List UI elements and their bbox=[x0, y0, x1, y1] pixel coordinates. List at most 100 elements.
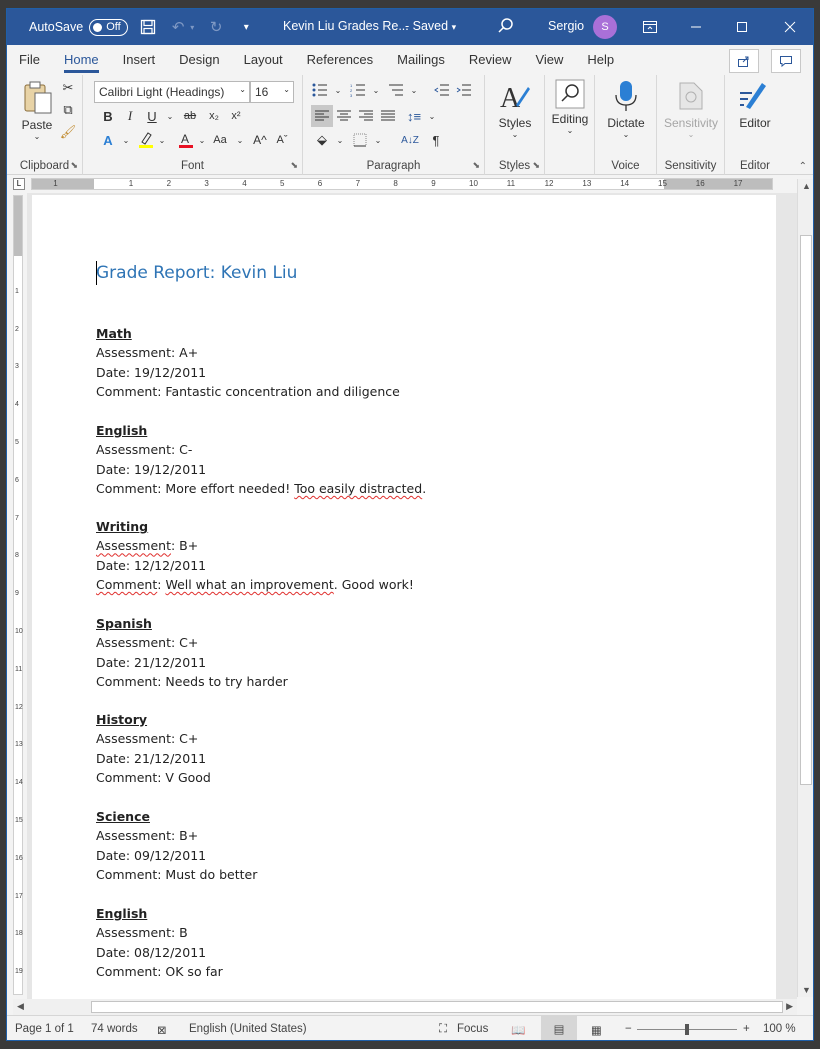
highlight-dropdown-icon[interactable]: ⌄ bbox=[151, 129, 173, 151]
styles-button[interactable]: A Styles ⌄ bbox=[491, 79, 539, 139]
editing-button[interactable]: Editing ⌄ bbox=[545, 79, 595, 135]
bold-icon[interactable]: B bbox=[97, 105, 119, 127]
borders-dropdown-icon[interactable]: ⌄ bbox=[367, 129, 389, 151]
page-count[interactable]: Page 1 of 1 bbox=[15, 1023, 74, 1035]
undo-icon[interactable]: ↶ bbox=[168, 18, 188, 36]
tab-help[interactable]: Help bbox=[575, 52, 626, 75]
numbering-dropdown-icon[interactable]: ⌄ bbox=[365, 79, 387, 101]
comments-icon[interactable] bbox=[771, 49, 801, 73]
word-count[interactable]: 74 words bbox=[91, 1023, 138, 1035]
spelling-error-text[interactable]: Too easily distracted bbox=[294, 481, 422, 496]
paragraph-launcher-icon[interactable]: ⬊ bbox=[472, 160, 480, 171]
print-layout-icon[interactable]: ▤ bbox=[541, 1016, 577, 1040]
undo-dropdown-icon[interactable]: ▾ bbox=[188, 23, 196, 32]
tab-references[interactable]: References bbox=[295, 52, 385, 75]
show-formatting-icon[interactable]: ¶ bbox=[425, 129, 447, 151]
font-launcher-icon[interactable]: ⬊ bbox=[290, 160, 298, 171]
cut-icon[interactable]: ✂ bbox=[57, 77, 79, 99]
user-name[interactable]: Sergio bbox=[548, 19, 584, 33]
copy-icon[interactable]: ⧉ bbox=[57, 99, 79, 121]
styles-launcher-icon[interactable]: ⬊ bbox=[532, 160, 540, 171]
grow-font-icon[interactable]: A^ bbox=[249, 129, 271, 151]
tab-selector-icon[interactable]: L bbox=[13, 178, 25, 190]
horizontal-scrollbar[interactable]: ◀ ▶ bbox=[13, 999, 797, 1015]
text-effects-dropdown-icon[interactable]: ⌄ bbox=[115, 129, 137, 151]
bullets-dropdown-icon[interactable]: ⌄ bbox=[327, 79, 349, 101]
ribbon-display-options-icon[interactable] bbox=[627, 9, 673, 45]
multilevel-dropdown-icon[interactable]: ⌄ bbox=[403, 79, 425, 101]
autosave-control[interactable]: AutoSave Off bbox=[29, 18, 129, 36]
save-icon[interactable] bbox=[138, 19, 158, 35]
collapse-ribbon-icon[interactable]: ⌃ bbox=[799, 161, 807, 172]
zoom-level[interactable]: 100 % bbox=[763, 1023, 796, 1035]
format-painter-icon[interactable]: 🖌 bbox=[57, 121, 79, 143]
tab-file[interactable]: File bbox=[7, 52, 52, 75]
web-layout-icon[interactable]: ▦ bbox=[591, 1023, 602, 1037]
scroll-down-icon[interactable]: ▼ bbox=[802, 985, 811, 995]
vertical-ruler[interactable]: 1 2 3 4 5 6 7 8 9 10 11 12 13 14 15 16 17 18 19 bbox=[13, 195, 23, 995]
sensitivity-icon bbox=[679, 82, 703, 110]
language-indicator[interactable]: English (United States) bbox=[189, 1023, 307, 1035]
customize-toolbar-icon[interactable]: ▾ bbox=[236, 22, 256, 33]
clipboard-launcher-icon[interactable]: ⬊ bbox=[70, 160, 78, 171]
tab-mailings[interactable]: Mailings bbox=[385, 52, 457, 75]
autosave-toggle[interactable]: Off bbox=[89, 18, 129, 36]
shading-dropdown-icon[interactable]: ⌄ bbox=[329, 129, 351, 151]
tab-insert[interactable]: Insert bbox=[111, 52, 168, 75]
italic-icon[interactable]: I bbox=[119, 105, 141, 127]
change-case-dropdown-icon[interactable]: ⌄ bbox=[229, 129, 251, 151]
proofing-icon[interactable]: ⊠ bbox=[157, 1023, 167, 1037]
sort-icon[interactable]: A↓Z bbox=[399, 129, 421, 151]
scroll-left-icon[interactable]: ◀ bbox=[17, 1001, 24, 1012]
read-mode-icon[interactable]: 📖 bbox=[511, 1023, 525, 1037]
vertical-scrollbar[interactable]: ▲ ▼ bbox=[797, 179, 813, 997]
editor-button[interactable]: Editor bbox=[727, 79, 783, 130]
maximize-icon[interactable] bbox=[719, 9, 765, 45]
tab-layout[interactable]: Layout bbox=[232, 52, 295, 75]
focus-mode-icon[interactable]: ⛶ bbox=[439, 1023, 447, 1036]
tab-home[interactable]: Home bbox=[52, 52, 111, 75]
increase-indent-icon[interactable] bbox=[453, 79, 475, 101]
search-icon[interactable] bbox=[497, 17, 517, 37]
zoom-slider-knob[interactable] bbox=[685, 1024, 689, 1035]
align-center-icon[interactable] bbox=[333, 105, 355, 127]
paste-button[interactable]: Paste ⌄ bbox=[17, 81, 57, 141]
saved-status[interactable]: - Saved ▾ bbox=[405, 19, 456, 33]
line-spacing-dropdown-icon[interactable]: ⌄ bbox=[421, 105, 443, 127]
spelling-error-text[interactable]: Comment bbox=[96, 577, 157, 592]
subscript-icon[interactable]: x₂ bbox=[203, 105, 225, 127]
spelling-error-text[interactable]: Assessment bbox=[96, 538, 171, 553]
title-bar: AutoSave Off ↶ ▾ ↻ ▾ Kevin Liu Grades Re… bbox=[7, 9, 813, 45]
share-icon[interactable] bbox=[729, 49, 759, 73]
scroll-up-icon[interactable]: ▲ bbox=[802, 181, 811, 191]
tab-review[interactable]: Review bbox=[457, 52, 524, 75]
horizontal-scroll-thumb[interactable] bbox=[91, 1001, 783, 1013]
decrease-indent-icon[interactable] bbox=[431, 79, 453, 101]
document-page[interactable]: Grade Report: Kevin Liu Math Assessment:… bbox=[32, 195, 776, 999]
zoom-in-icon[interactable]: + bbox=[743, 1023, 750, 1035]
sensitivity-button[interactable]: Sensitivity ⌄ bbox=[659, 79, 723, 139]
superscript-icon[interactable]: x² bbox=[225, 105, 247, 127]
align-left-icon[interactable] bbox=[311, 105, 333, 127]
spelling-error-text[interactable]: Well what an improvement bbox=[165, 577, 333, 592]
redo-icon[interactable]: ↻ bbox=[206, 18, 226, 36]
shrink-font-icon[interactable]: Aˇ bbox=[271, 129, 293, 151]
avatar[interactable]: S bbox=[593, 15, 617, 39]
strikethrough-icon[interactable]: ab bbox=[179, 105, 201, 127]
font-name-select[interactable]: Calibri Light (Headings) ⌄ bbox=[94, 81, 250, 103]
scroll-right-icon[interactable]: ▶ bbox=[786, 1001, 793, 1012]
vertical-scroll-thumb[interactable] bbox=[800, 235, 812, 785]
tab-view[interactable]: View bbox=[523, 52, 575, 75]
zoom-out-icon[interactable]: − bbox=[625, 1023, 632, 1035]
align-right-icon[interactable] bbox=[355, 105, 377, 127]
horizontal-ruler[interactable]: 1 1 2 3 4 5 6 7 8 9 10 11 12 13 14 15 16 17 bbox=[31, 178, 773, 190]
dictate-button[interactable]: Dictate ⌄ bbox=[599, 79, 653, 139]
minimize-icon[interactable] bbox=[673, 9, 719, 45]
font-size-select[interactable]: 16 ⌄ bbox=[250, 81, 294, 103]
justify-icon[interactable] bbox=[377, 105, 399, 127]
focus-label[interactable]: Focus bbox=[457, 1023, 488, 1035]
underline-dropdown-icon[interactable]: ⌄ bbox=[159, 105, 181, 127]
close-icon[interactable] bbox=[767, 9, 813, 45]
change-case-icon[interactable]: Aa bbox=[209, 129, 231, 151]
tab-design[interactable]: Design bbox=[167, 52, 231, 75]
